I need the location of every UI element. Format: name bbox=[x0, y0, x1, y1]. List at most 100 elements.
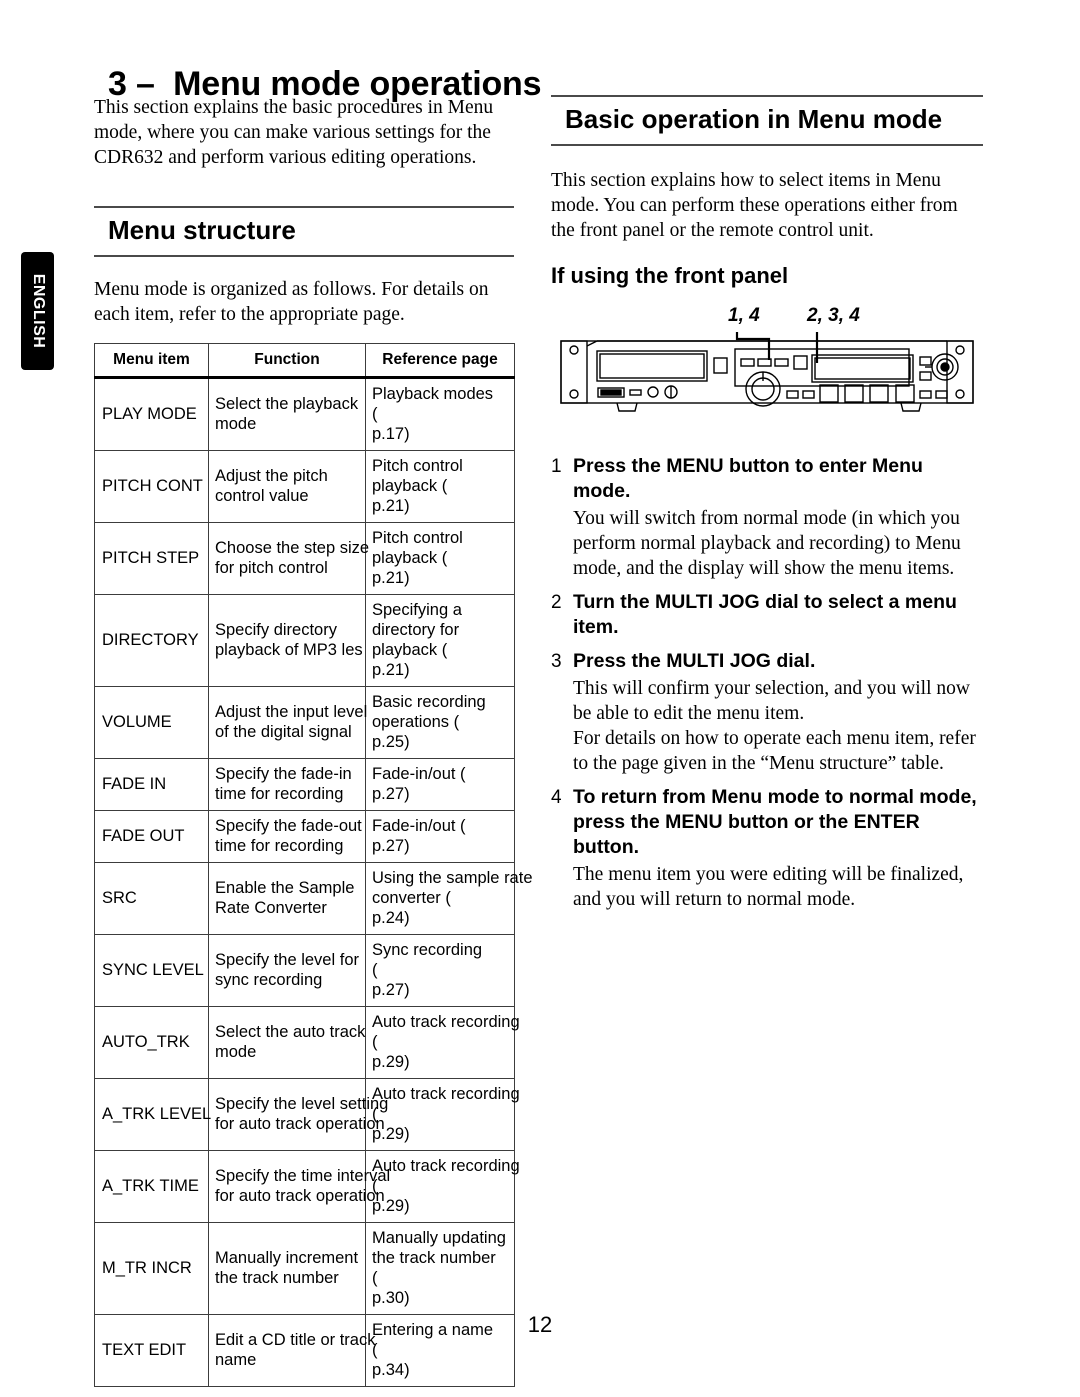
table-row: PITCH STEP Choose the step size for pitch … bbox=[94, 522, 515, 595]
step-body-paragraph: You will switch from normal mode (in whi… bbox=[573, 508, 961, 579]
step-item: 4 To return from Menu mode to normal mode… bbox=[551, 785, 983, 912]
table-row: SRC Enable the Sample Rate Converter Using … bbox=[94, 862, 533, 935]
disc-tray-slot bbox=[596, 350, 708, 382]
small-indicator-lamp bbox=[629, 389, 642, 396]
table-cell-ref: Auto track recording(p.29) bbox=[365, 1150, 520, 1223]
step-body-paragraph: The menu item you were editing will be f… bbox=[573, 864, 964, 910]
table-cell-fn: Manually increment the track number bbox=[208, 1222, 366, 1315]
language-tab-label: ENGLISH bbox=[29, 273, 47, 349]
table-cell-fn: Adjust the input level of the digital sig… bbox=[208, 686, 367, 759]
steps-list: 1 Press the MENU button to enter Menu mod… bbox=[551, 454, 983, 912]
transport-indicator-3 bbox=[919, 390, 932, 399]
step-item: 2 Turn the MULTI JOG dial to select a men… bbox=[551, 590, 983, 640]
table-cell-ref: Fade-in/out (p.27) bbox=[365, 810, 515, 863]
column-header-menu-item: Menu item bbox=[94, 343, 209, 379]
table-row: A_TRK LEVEL Specify the level setting for … bbox=[94, 1078, 520, 1151]
table-cell-ref: Using the sample rate converter (p.24) bbox=[365, 862, 533, 935]
table-row: SYNC LEVEL Specify the level for sync reco… bbox=[94, 934, 515, 1007]
rack-screw-bottom-left bbox=[569, 389, 579, 399]
transport-indicator-4 bbox=[935, 390, 948, 399]
section-heading-menu-structure: Menu structure bbox=[94, 206, 514, 257]
step-number: 2 bbox=[551, 592, 562, 613]
column-header-reference-page: Reference page bbox=[365, 343, 515, 379]
chassis-foot-left bbox=[616, 402, 638, 412]
table-cell-menu-item: DIRECTORY bbox=[94, 594, 209, 687]
center-button-3 bbox=[774, 358, 789, 367]
table-cell-ref: Basic recording operations (p.25) bbox=[365, 686, 515, 759]
transport-button-pause bbox=[844, 384, 864, 403]
table-cell-menu-item: M_TR INCR bbox=[94, 1222, 209, 1315]
table-cell-ref: Pitch control playback (p.21) bbox=[365, 450, 515, 523]
table-cell-ref: Manually updating the track number(p.30) bbox=[365, 1222, 515, 1315]
table-header-row: Menu item Function Reference page bbox=[94, 343, 515, 379]
table-cell-menu-item: A_TRK TIME bbox=[94, 1150, 209, 1223]
chassis-foot-right bbox=[900, 402, 922, 412]
rack-ear-left bbox=[560, 340, 588, 404]
level-knob-inner bbox=[751, 377, 775, 401]
table-cell-ref: Sync recording(p.27) bbox=[365, 934, 515, 1007]
table-cell-menu-item: PITCH STEP bbox=[94, 522, 209, 595]
table-cell-fn: Specify the level for sync recording bbox=[208, 934, 366, 1007]
table-cell-menu-item: SRC bbox=[94, 862, 209, 935]
table-cell-fn: Specify directory playback of MP3 les bbox=[208, 594, 366, 687]
table-row: AUTO_TRK Select the auto track mode Auto tr… bbox=[94, 1006, 520, 1079]
table-row: M_TR INCR Manually increment the track num… bbox=[94, 1222, 515, 1315]
center-button-1 bbox=[740, 358, 755, 367]
table-cell-fn: Specify the time interval for auto track … bbox=[208, 1150, 390, 1223]
eject-button-fill bbox=[600, 389, 622, 396]
intro-paragraph: This section explains the basic procedur… bbox=[94, 97, 494, 168]
leader-line-1-4 bbox=[735, 332, 771, 360]
section-heading-basic-operation: Basic operation in Menu mode bbox=[551, 95, 983, 146]
step-heading: 1 Press the MENU button to enter Menu mod… bbox=[551, 454, 983, 504]
table-row: PLAY MODE Select the playback mode Playback… bbox=[94, 377, 515, 451]
step-title: To return from Menu mode to normal mode,… bbox=[573, 786, 977, 858]
display-panel bbox=[811, 354, 914, 383]
menu-button bbox=[919, 356, 932, 366]
step-number: 1 bbox=[551, 456, 562, 477]
table-cell-menu-item: AUTO_TRK bbox=[94, 1006, 209, 1079]
table-cell-menu-item: A_TRK LEVEL bbox=[94, 1078, 211, 1151]
table-cell-ref: Fade-in/out (p.27) bbox=[365, 758, 515, 811]
table-row: FADE IN Specify the fade-in time for recor… bbox=[94, 758, 515, 811]
step-number: 4 bbox=[551, 787, 562, 808]
step-heading: 3 Press the MULTI JOG dial. bbox=[551, 649, 983, 674]
table-cell-fn: Select the auto track mode bbox=[208, 1006, 366, 1079]
table-row: A_TRK TIME Specify the time interval for a… bbox=[94, 1150, 520, 1223]
table-row: FADE OUT Specify the fade-out time for rec… bbox=[94, 810, 515, 863]
step-body-paragraph: For details on how to operate each menu … bbox=[573, 728, 976, 774]
display-panel-inner bbox=[814, 357, 911, 380]
callout-label-1-4: 1, 4 bbox=[728, 305, 760, 326]
step-heading: 2 Turn the MULTI JOG dial to select a men… bbox=[551, 590, 983, 640]
menu-structure-table: Menu item Function Reference page PLAY M… bbox=[94, 343, 533, 1387]
enter-button bbox=[919, 371, 932, 381]
rack-screw-top-right bbox=[955, 345, 965, 355]
step-title: Press the MULTI JOG dial. bbox=[573, 650, 816, 672]
right-column: Basic operation in Menu mode This sectio… bbox=[551, 95, 983, 912]
front-panel-figure: 1, 4 2, 3, 4 bbox=[551, 305, 983, 440]
table-cell-fn: Specify the fade-out time for recording bbox=[208, 810, 366, 863]
disc-tray-slot-inner bbox=[599, 353, 705, 379]
step-body-paragraph: This will confirm your selection, and yo… bbox=[573, 678, 970, 724]
table-cell-menu-item: FADE IN bbox=[94, 758, 209, 811]
phones-jack bbox=[647, 386, 659, 398]
table-row: DIRECTORY Specify directory playback of MP… bbox=[94, 594, 515, 687]
page-number: 12 bbox=[527, 1312, 553, 1337]
table-row: VOLUME Adjust the input level of the digit… bbox=[94, 686, 515, 759]
transport-button-stop bbox=[869, 384, 889, 403]
step-item: 3 Press the MULTI JOG dial. This will conf… bbox=[551, 649, 983, 776]
basic-operation-lead-paragraph: This section explains how to select item… bbox=[551, 170, 958, 241]
table-cell-ref: Auto track recording(p.29) bbox=[365, 1078, 520, 1151]
step-title: Turn the MULTI JOG dial to select a menu… bbox=[573, 591, 957, 638]
table-cell-fn: Select the playback mode bbox=[208, 377, 366, 451]
rack-screw-top-left bbox=[569, 345, 579, 355]
menu-table-body: PLAY MODE Select the playback mode Playback… bbox=[94, 377, 533, 1387]
table-cell-menu-item: PLAY MODE bbox=[94, 377, 209, 451]
table-cell-menu-item: VOLUME bbox=[94, 686, 209, 759]
table-cell-fn: Specify the level setting for auto track … bbox=[208, 1078, 388, 1151]
step-number: 3 bbox=[551, 651, 562, 672]
multi-jog-dial-center bbox=[940, 362, 950, 372]
table-cell-ref: Playback modes(p.17) bbox=[365, 377, 515, 451]
chassis-bevel-left bbox=[586, 340, 598, 347]
step-item: 1 Press the MENU button to enter Menu mod… bbox=[551, 454, 983, 581]
table-cell-fn: Specify the fade-in time for recording bbox=[208, 758, 366, 811]
